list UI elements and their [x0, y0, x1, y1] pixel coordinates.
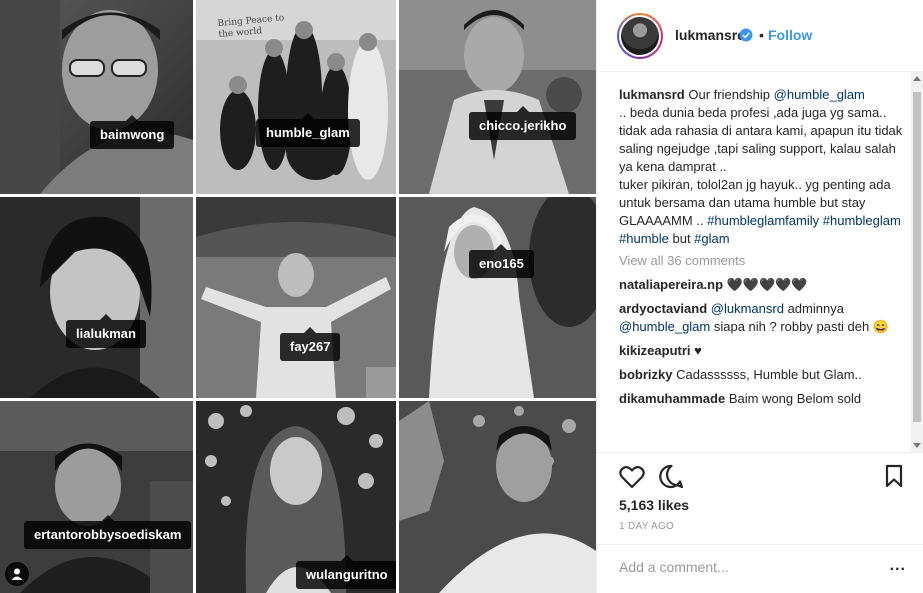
grid-photo[interactable]: Bring Peace to the world humble_glam [196, 0, 396, 194]
mention-link[interactable]: @humble_glam [619, 319, 710, 334]
user-tag-icon[interactable] [5, 562, 29, 586]
grid-photo[interactable] [399, 401, 596, 593]
likes-count[interactable]: 5,163 likes [619, 497, 689, 513]
comment-text: 🖤🖤🖤🖤🖤 [726, 277, 808, 292]
photo-image [0, 197, 193, 398]
hashtag-link[interactable]: #humble [619, 231, 669, 246]
caption-line: .. beda dunia beda profesi ,ada juga yg … [619, 105, 887, 120]
grid-photo[interactable]: ertantorobbysoediskam [0, 401, 193, 593]
comment-item: ardyoctaviand @lukmansrd adminnya @humbl… [619, 300, 907, 336]
photo-image [0, 401, 193, 593]
bookmark-icon[interactable] [885, 464, 903, 488]
post-timestamp: 1 DAY AGO [619, 521, 675, 532]
tag-label[interactable]: wulanguritno [296, 555, 396, 589]
tag-label[interactable]: chicco.jerikho [469, 106, 577, 140]
comment-username[interactable]: dikamuhammade [619, 391, 725, 406]
add-comment-bar: ... [597, 544, 923, 593]
photo-image [0, 0, 193, 194]
comments-scrollbar[interactable] [911, 72, 923, 452]
comment-icon[interactable] [659, 464, 684, 489]
caption-text: Our friendship [688, 87, 774, 102]
photo-image [399, 401, 596, 593]
post-panel: lukmansrd • Follow lukmansrd Our friends… [596, 0, 923, 593]
tag-label[interactable]: humble_glam [256, 113, 360, 147]
caption-line: tidak ada rahasia di antara kami, apapun… [619, 123, 903, 174]
tag-label[interactable]: baimwong [90, 115, 175, 149]
comment-item: nataliapereira.np 🖤🖤🖤🖤🖤 [619, 276, 907, 294]
grid-photo[interactable]: fay267 [196, 197, 396, 398]
hashtag-link[interactable]: #glam [694, 231, 729, 246]
view-all-comments[interactable]: View all 36 comments [619, 252, 907, 270]
separator-dot: • [759, 27, 764, 43]
comments-section: lukmansrd Our friendship @humble_glam ..… [597, 72, 923, 452]
grid-photo[interactable]: wulanguritno [196, 401, 396, 593]
post-caption: lukmansrd Our friendship @humble_glam ..… [619, 86, 907, 248]
follow-button[interactable]: Follow [768, 27, 812, 43]
photo-image [399, 197, 596, 398]
more-options-button[interactable]: ... [890, 557, 906, 575]
heart-icon[interactable] [619, 465, 645, 489]
tag-label[interactable]: fay267 [280, 327, 341, 361]
tag-label[interactable]: lialukman [66, 314, 146, 348]
comment-username[interactable]: bobrizky [619, 367, 672, 382]
mention-link[interactable]: @lukmansrd [711, 301, 784, 316]
caption-username[interactable]: lukmansrd [619, 87, 685, 102]
tag-label[interactable]: eno165 [469, 244, 534, 278]
comment-username[interactable]: nataliapereira.np [619, 277, 723, 292]
post-actions: 5,163 likes 1 DAY AGO [597, 452, 923, 544]
comment-text: ♥ [694, 343, 702, 358]
tag-label[interactable]: ertantorobbysoediskam [24, 515, 192, 549]
comment-input[interactable] [619, 559, 869, 575]
comment-username[interactable]: ardyoctaviand [619, 301, 707, 316]
verified-badge-icon [739, 28, 753, 42]
comment-item: dikamuhammade Baim wong Belom sold [619, 390, 907, 408]
comment-text: adminnya [783, 301, 844, 316]
comment-username[interactable]: kikizeaputri [619, 343, 691, 358]
photo-grid: baimwong Bring Peace to the world humble… [0, 0, 596, 593]
comment-text: siapa nih ? robby pasti deh 😄 [710, 319, 890, 334]
caption-text: but [668, 231, 695, 246]
comment-text: Cadassssss, Humble but Glam.. [676, 367, 862, 382]
grid-photo[interactable]: eno165 [399, 197, 596, 398]
post-header: lukmansrd • Follow [597, 0, 923, 72]
grid-photo[interactable]: baimwong [0, 0, 193, 194]
hashtag-link[interactable]: #humbleglamfamily [707, 213, 819, 228]
grid-photo[interactable]: lialukman [0, 197, 193, 398]
photo-image [399, 0, 596, 194]
comment-item: bobrizky Cadassssss, Humble but Glam.. [619, 366, 907, 384]
comment-item: kikizeaputri ♥ [619, 342, 907, 360]
header-username[interactable]: lukmansrd [675, 27, 746, 43]
photo-image [196, 197, 396, 398]
hashtag-link[interactable]: #humbleglam [823, 213, 901, 228]
grid-photo[interactable]: chicco.jerikho [399, 0, 596, 194]
mention-link[interactable]: @humble_glam [774, 87, 865, 102]
comment-text: Baim wong Belom sold [728, 391, 862, 406]
avatar[interactable] [617, 13, 663, 59]
